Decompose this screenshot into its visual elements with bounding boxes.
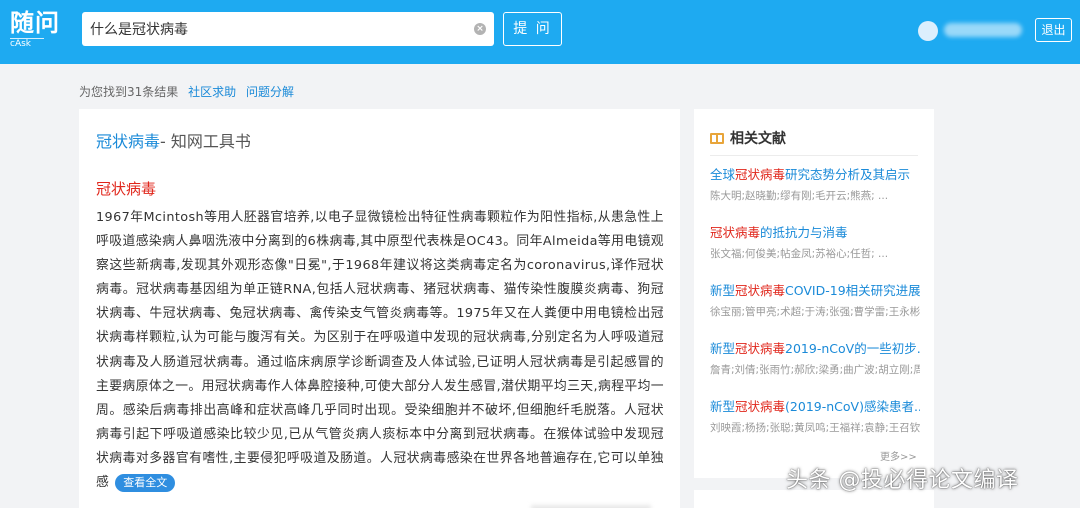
literature-item[interactable]: 新型冠状病毒(2019-nCoV)感染患者... 刘映霞;杨扬;张聪;黄凤鸣;王… [710,399,920,435]
literature-title[interactable]: 新型冠状病毒(2019-nCoV)感染患者... [710,399,920,415]
book-icon [710,133,724,144]
card-title-source: - 知网工具书 [160,132,251,151]
main-result-card: 冠状病毒- 知网工具书 冠状病毒 1967年Mcintosh等用人胚器官培养,以… [79,109,680,508]
literature-item[interactable]: 冠状病毒的抵抗力与消毒 张文福;何俊美;帖金凤;苏裕心;任哲; ... [710,225,920,261]
literature-item[interactable]: 全球冠状病毒研究态势分析及其启示 陈大明;赵晓勤;缪有刚;毛开云;熊燕; ... [710,167,920,203]
literature-title[interactable]: 新型冠状病毒COVID-19相关研究进展 [710,283,920,299]
literature-title[interactable]: 新型冠状病毒2019-nCoV的一些初步... [710,341,920,357]
literature-authors: 詹青;刘倩;张雨竹;郝欣;梁勇;曲广波;胡立刚;周 [710,364,920,376]
logo-subtext: cAsk [10,38,44,49]
username-blurred[interactable] [944,23,1022,37]
watermark: 头条 @投必得论文编译 [786,468,1019,493]
view-full-button[interactable]: 查看全文 [115,474,176,493]
ask-button[interactable]: 提 问 [503,12,562,46]
literature-item[interactable]: 新型冠状病毒2019-nCoV的一些初步... 詹青;刘倩;张雨竹;郝欣;梁勇;… [710,341,920,377]
literature-authors: 刘映霞;杨扬;张聪;黄凤鸣;王福祥;袁静;王召钦;李 [710,422,920,434]
clear-icon[interactable]: × [474,23,486,35]
literature-title[interactable]: 全球冠状病毒研究态势分析及其启示 [710,167,920,183]
question-decompose-link[interactable]: 问题分解 [246,85,294,99]
search-input[interactable] [90,12,460,46]
logout-button[interactable]: 退出 [1035,18,1072,42]
logo-text: 随问 [10,9,60,37]
related-literature-title: 相关文献 [730,131,786,147]
related-literature-panel: 相关文献 全球冠状病毒研究态势分析及其启示 陈大明;赵晓勤;缪有刚;毛开云;熊燕… [694,109,934,478]
card-title[interactable]: 冠状病毒- 知网工具书 [96,128,251,152]
literature-title[interactable]: 冠状病毒的抵抗力与消毒 [710,225,920,241]
avatar[interactable] [918,21,938,41]
literature-authors: 徐宝丽;管甲亮;术超;于涛;张强;曹学雷;王永彬;周 [710,306,920,318]
logo[interactable]: 随问 cAsk [10,10,66,50]
card-title-keyword[interactable]: 冠状病毒 [96,132,160,151]
entry-text: 1967年Mcintosh等用人胚器官培养,以电子显微镜检出特征性病毒颗粒作为阳… [96,210,664,491]
more-link[interactable]: 更多>> [880,448,917,463]
search-box: × [82,12,494,46]
result-count: 为您找到31条结果 [79,85,179,99]
literature-item[interactable]: 新型冠状病毒COVID-19相关研究进展 徐宝丽;管甲亮;术超;于涛;张强;曹学… [710,283,920,319]
related-literature-header: 相关文献 [710,128,786,148]
divider [710,155,918,156]
entry-title: 冠状病毒 [96,180,157,198]
community-help-link[interactable]: 社区求助 [188,85,236,99]
literature-authors: 张文福;何俊美;帖金凤;苏裕心;任哲; ... [710,248,889,260]
top-header: 随问 cAsk × 提 问 退出 [0,0,1080,64]
entry-body: 1967年Mcintosh等用人胚器官培养,以电子显微镜检出特征性病毒颗粒作为阳… [96,206,664,495]
literature-authors: 陈大明;赵晓勤;缪有刚;毛开云;熊燕; ... [710,190,889,202]
result-summary-bar: 为您找到31条结果 社区求助 问题分解 [79,83,300,99]
